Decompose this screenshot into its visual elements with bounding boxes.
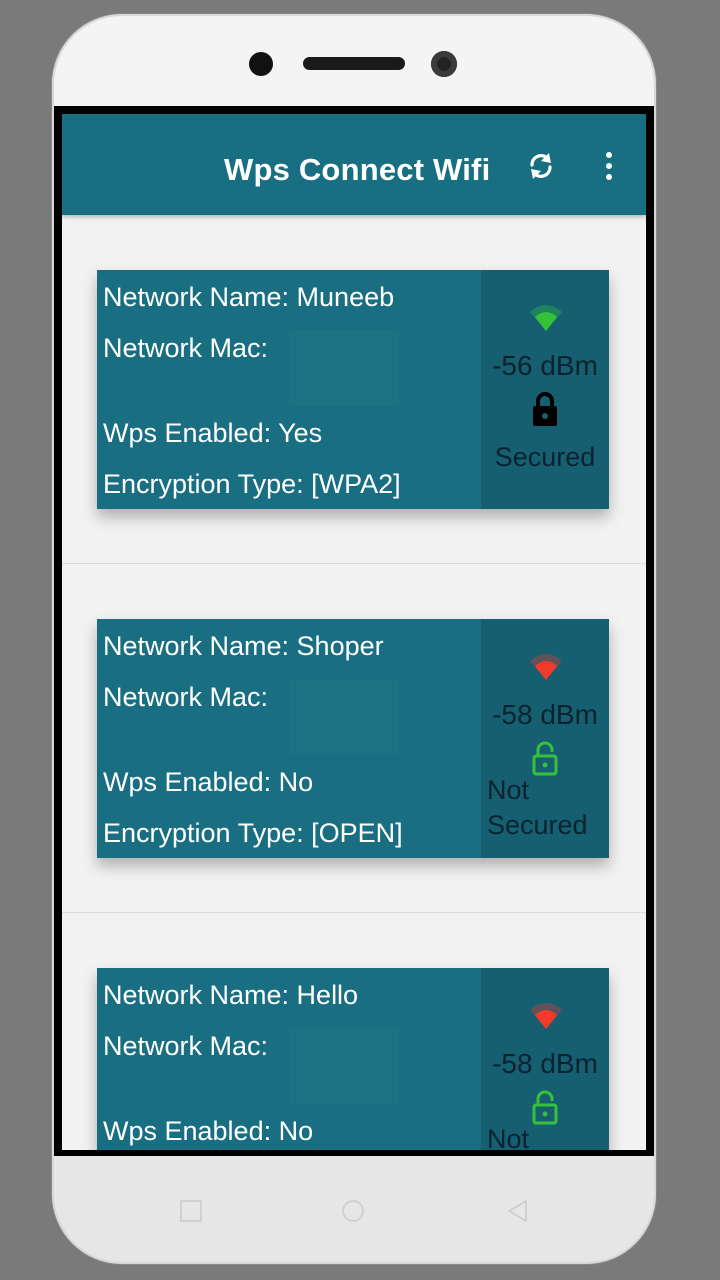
network-card[interactable]: Network Name: Hello Network Mac: Wps Ena… (97, 968, 609, 1150)
home-button[interactable] (338, 1196, 368, 1226)
network-mac-value (289, 330, 399, 406)
refresh-icon (530, 153, 552, 179)
network-info: Network Name: Hello Network Mac: Wps Ena… (103, 968, 475, 1150)
network-list: Network Name: Muneeb Network Mac: Wps En… (62, 215, 646, 1150)
app-title: Wps Connect Wifi (224, 152, 491, 187)
square-recents-icon (180, 1200, 202, 1222)
signal-strength: -58 dBm (492, 699, 598, 730)
network-mac-value (289, 1028, 399, 1104)
network-info: Network Name: Shoper Network Mac: Wps En… (103, 619, 475, 858)
list-item: Network Name: Muneeb Network Mac: Wps En… (62, 215, 646, 564)
network-info: Network Name: Muneeb Network Mac: Wps En… (103, 270, 475, 509)
network-card[interactable]: Network Name: Muneeb Network Mac: Wps En… (97, 270, 609, 509)
network-status-panel: -58 dBm Not (481, 968, 609, 1150)
wps-enabled: Wps Enabled: No (103, 1116, 314, 1146)
lock-closed-icon (533, 392, 557, 426)
wps-enabled: Wps Enabled: No (103, 767, 314, 797)
front-sensor (431, 51, 457, 77)
network-name: Network Name: Hello (103, 980, 359, 1010)
refresh-button[interactable] (525, 150, 557, 182)
network-mac-value (289, 679, 399, 755)
front-camera (249, 52, 273, 76)
network-mac-label: Network Mac: (103, 333, 269, 363)
lock-open-icon (532, 741, 558, 776)
overflow-menu-button[interactable] (598, 152, 620, 182)
wifi-signal-icon (530, 1003, 562, 1029)
circle-home-icon (342, 1200, 364, 1222)
screen: Wps Connect Wifi Network Name: Muneeb Ne… (54, 106, 654, 1156)
app-viewport: Wps Connect Wifi Network Name: Muneeb Ne… (62, 114, 646, 1150)
network-name: Network Name: Muneeb (103, 282, 395, 312)
app-bar: Wps Connect Wifi (62, 114, 646, 215)
phone-nav-buttons (0, 1156, 720, 1266)
security-status: Not (487, 1122, 615, 1150)
security-status-line1: Not (487, 775, 530, 805)
encryption-type: Encryption Type: [OPEN] (103, 818, 403, 848)
triangle-back-icon (508, 1200, 527, 1222)
back-button[interactable] (503, 1196, 533, 1226)
wifi-signal-icon (530, 305, 562, 331)
wps-enabled: Wps Enabled: Yes (103, 418, 323, 448)
security-status: Secured (494, 442, 596, 472)
security-status: Not Secured (487, 773, 615, 843)
network-status-panel: -58 dBm Not Secured (481, 619, 609, 858)
network-name: Network Name: Shoper (103, 631, 384, 661)
list-item: Network Name: Shoper Network Mac: Wps En… (62, 564, 646, 913)
list-item: Network Name: Hello Network Mac: Wps Ena… (62, 913, 646, 1150)
signal-strength: -58 dBm (492, 1048, 598, 1079)
encryption-type: Encryption Type: [WPA2] (103, 469, 401, 499)
security-status-line2: Secured (487, 810, 588, 840)
more-vert-icon (606, 152, 612, 158)
signal-strength: -56 dBm (492, 350, 598, 381)
network-status-panel: -56 dBm Secured (481, 270, 609, 509)
earpiece-speaker (303, 57, 405, 70)
network-card[interactable]: Network Name: Shoper Network Mac: Wps En… (97, 619, 609, 858)
recents-button[interactable] (176, 1196, 206, 1226)
lock-open-icon (532, 1090, 558, 1125)
network-mac-label: Network Mac: (103, 1031, 269, 1061)
network-mac-label: Network Mac: (103, 682, 269, 712)
wifi-signal-icon (530, 654, 562, 680)
security-status-line1: Not (487, 1124, 530, 1150)
